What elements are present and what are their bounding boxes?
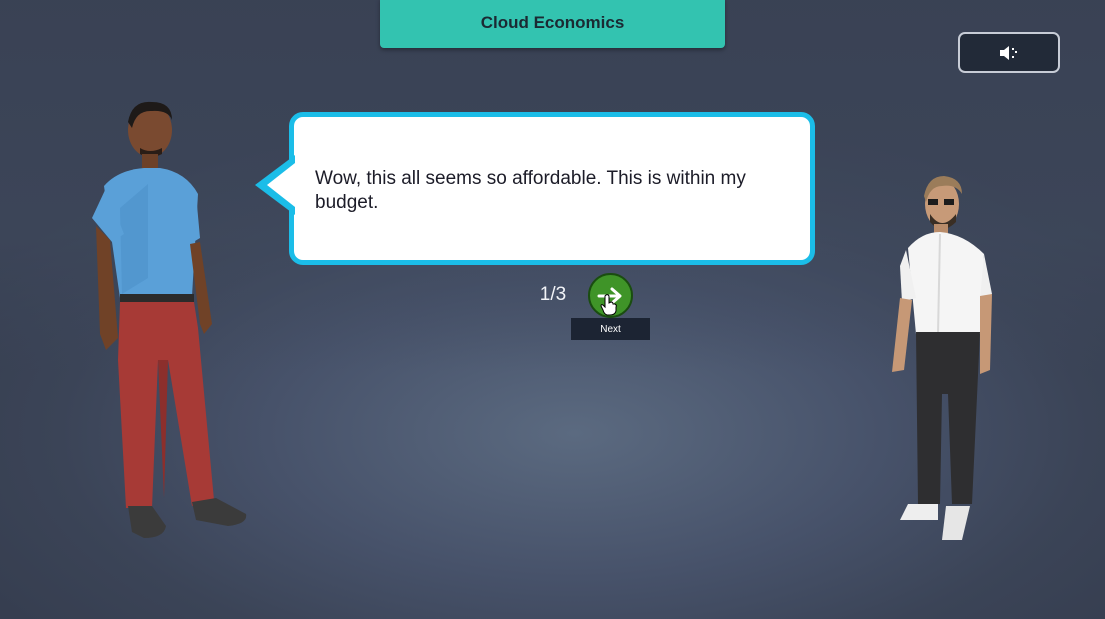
speech-bubble: Wow, this all seems so affordable. This … [255, 112, 815, 265]
dialogue-counter: 1/3 [539, 284, 567, 305]
next-tooltip: Next [571, 318, 650, 340]
speaker-icon [1000, 45, 1017, 60]
advisor-character [892, 176, 992, 540]
customer-character [92, 101, 247, 538]
speech-bubble-tail [255, 155, 295, 215]
page-title: Cloud Economics [480, 13, 625, 32]
title-banner: Cloud Economics [380, 0, 725, 48]
dialogue-text: Wow, this all seems so affordable. This … [315, 168, 746, 213]
sound-toggle-button[interactable] [958, 32, 1060, 73]
next-tooltip-label: Next [600, 323, 621, 335]
pointer-cursor-icon [600, 294, 617, 316]
